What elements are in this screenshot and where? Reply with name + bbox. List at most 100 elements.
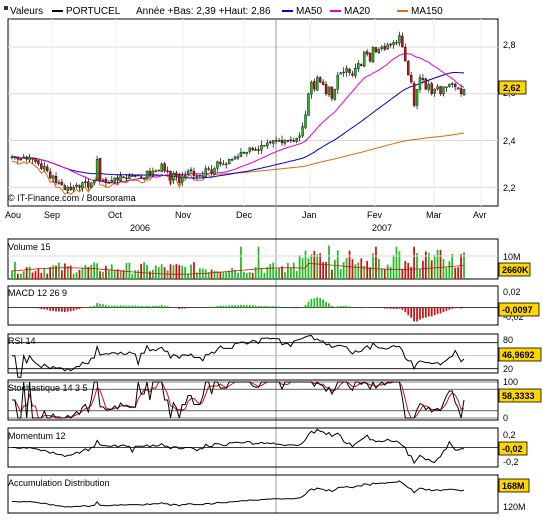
candle-body <box>34 158 36 161</box>
candle-body <box>140 177 142 178</box>
candle-body <box>158 170 160 171</box>
stoch-tick-100: 100 <box>503 377 518 387</box>
candle-body <box>61 182 63 185</box>
stock-chart: Valeurs PORTUCEL Année +Bas: 2,39 +Haut:… <box>0 0 543 521</box>
momentum-last-value: -0,02 <box>502 444 523 454</box>
macd-bar <box>266 306 268 307</box>
candle-body <box>181 176 183 183</box>
volume-bar <box>437 250 439 279</box>
macd-bar <box>70 308 72 312</box>
stoch-last-value: 58,3333 <box>502 391 535 401</box>
volume-bar <box>99 271 101 279</box>
candle-body <box>178 175 180 183</box>
macd-bar <box>440 308 442 314</box>
volume-bar <box>170 264 172 279</box>
macd-bar <box>55 308 57 312</box>
volume-bar <box>82 268 84 279</box>
candle-body <box>378 49 380 52</box>
candle-body <box>387 45 389 49</box>
volume-bar <box>269 264 271 279</box>
macd-bar <box>255 306 257 308</box>
volume-bar <box>96 263 98 279</box>
candle-body <box>304 115 306 128</box>
macd-bar <box>234 305 236 307</box>
candle-body <box>93 180 95 183</box>
volume-bar <box>184 267 186 279</box>
macd-bar <box>396 308 398 310</box>
candle-body <box>222 164 224 165</box>
candle-body <box>340 73 342 74</box>
candle-body <box>349 69 351 73</box>
volume-bar <box>231 268 233 279</box>
volume-bar <box>228 271 230 279</box>
momentum-line <box>12 429 464 463</box>
volume-bar <box>143 262 145 279</box>
volume-bar <box>20 274 22 279</box>
month-label-nov: Nov <box>175 210 192 220</box>
candle-body <box>278 141 280 142</box>
macd-bar <box>96 303 98 308</box>
candle-body <box>123 177 125 178</box>
candle-body <box>149 171 151 176</box>
volume-bar <box>264 273 266 279</box>
macd-bar <box>293 308 295 309</box>
macd-bar <box>222 306 224 308</box>
volume-bar <box>287 263 289 279</box>
candle-body <box>14 157 16 158</box>
macd-bar <box>243 305 245 308</box>
macd-bar <box>155 306 157 308</box>
candle-body <box>117 177 119 180</box>
volume-bar <box>222 272 224 279</box>
volume-bar <box>149 271 151 279</box>
momentum-tick-neg: -0,2 <box>503 457 519 467</box>
candle-body <box>187 171 189 175</box>
volume-bar <box>337 250 339 279</box>
volume-bar <box>419 269 421 279</box>
volume-bar <box>349 251 351 279</box>
candle-body <box>26 157 28 159</box>
macd-bar <box>126 306 128 308</box>
macd-bar <box>152 306 154 308</box>
volume-bar <box>396 247 398 279</box>
volume-bar <box>375 247 377 279</box>
candle-body <box>128 176 130 179</box>
macd-last-value: -0,0097 <box>502 305 533 315</box>
volume-bar <box>79 270 81 279</box>
stoch-title: Stochastique 14 3 5 <box>8 383 88 393</box>
macd-bar <box>228 305 230 307</box>
macd-bar <box>422 308 424 319</box>
macd-bar <box>167 306 169 307</box>
macd-bar <box>404 308 406 313</box>
macd-bar <box>319 298 321 307</box>
rsi-line <box>12 336 464 378</box>
volume-bar <box>76 272 78 279</box>
candle-body <box>454 84 456 87</box>
volume-bar <box>161 264 163 279</box>
macd-bar <box>140 306 142 307</box>
volume-bar <box>225 272 227 279</box>
volume-bar <box>193 262 195 279</box>
volume-bar <box>93 262 95 279</box>
macd-bar <box>249 305 251 308</box>
volume-bar <box>340 269 342 279</box>
macd-bar <box>99 304 101 308</box>
month-label-aou: Aou <box>5 210 21 220</box>
candle-body <box>416 89 418 105</box>
macd-bar <box>269 306 271 307</box>
macd-bar <box>296 308 298 309</box>
macd-bar <box>178 308 180 309</box>
volume-bar <box>181 266 183 279</box>
candle-body <box>46 167 48 171</box>
macd-bar <box>454 308 456 309</box>
candle-body <box>237 157 239 158</box>
volume-bar <box>381 268 383 279</box>
macd-bar <box>64 308 66 312</box>
year-label-2006: 2006 <box>130 223 150 233</box>
rsi-tick-80: 80 <box>503 335 513 345</box>
volume-bar <box>407 263 409 279</box>
macd-bar <box>313 298 315 307</box>
month-label-dec: Dec <box>236 210 253 220</box>
volume-bar <box>446 268 448 279</box>
candle-body <box>316 77 318 90</box>
macd-bar <box>143 306 145 307</box>
